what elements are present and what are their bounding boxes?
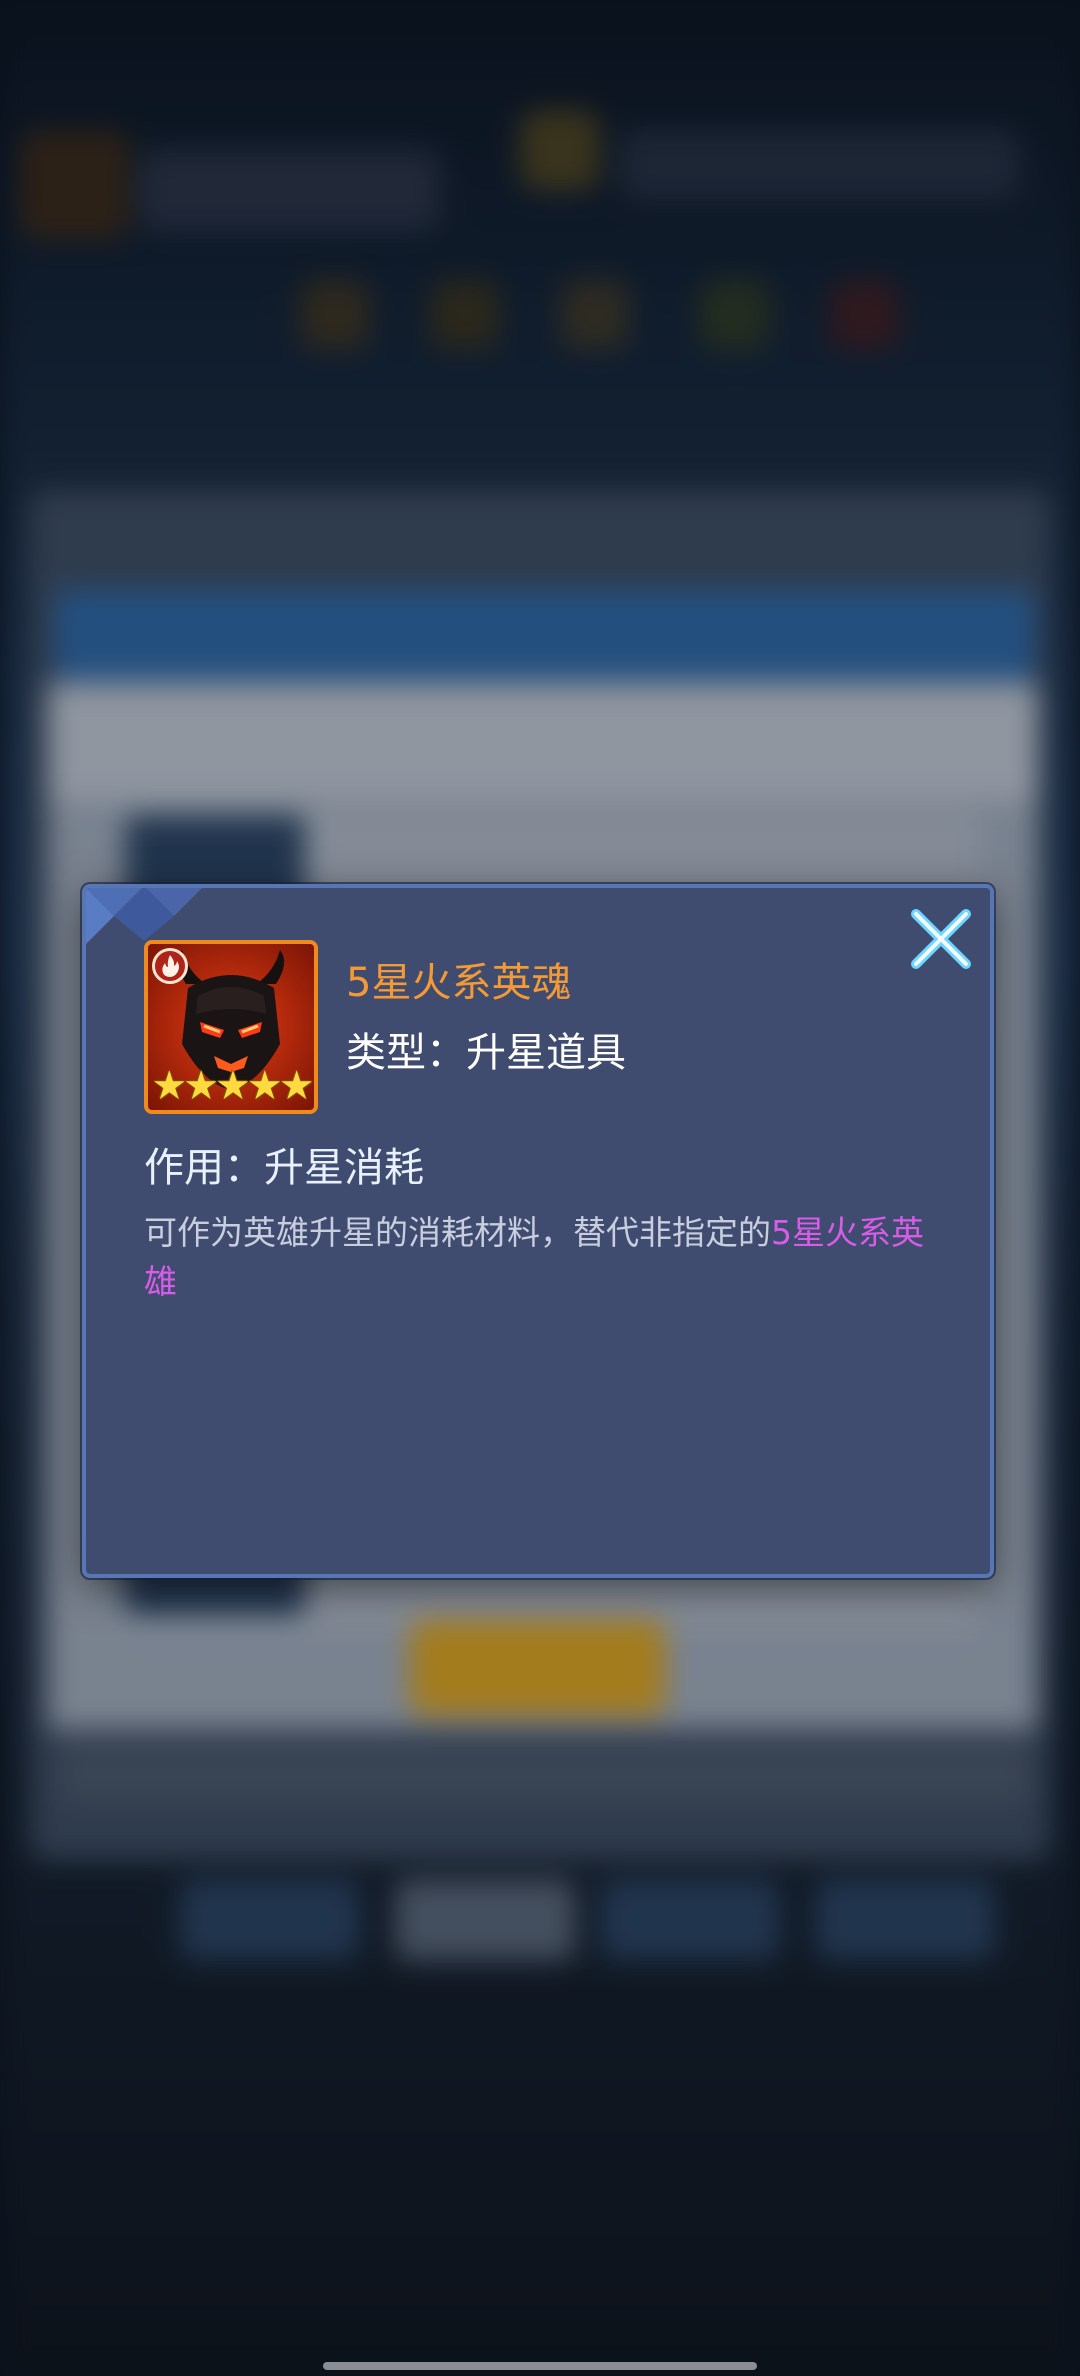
item-description: 可作为英雄升星的消耗材料，替代非指定的5星火系英雄 [144,1208,954,1306]
item-name: 5星火系英魂 [346,960,572,1006]
star-rating: ★★★★★ [151,1063,314,1109]
item-type-label: 类型： [346,1030,466,1076]
item-effect-value: 升星消耗 [264,1145,424,1191]
item-effect: 作用：升星消耗 [144,1135,424,1193]
close-button[interactable] [906,904,976,974]
item-icon: ★★★★★ [144,940,318,1114]
item-effect-label: 作用： [144,1145,264,1191]
item-type-value: 升星道具 [466,1030,626,1076]
home-indicator[interactable] [323,2362,757,2370]
fire-element-icon [152,948,188,984]
close-icon [911,909,971,969]
description-text: 可作为英雄升星的消耗材料，替代非指定的 [144,1213,771,1252]
item-type: 类型：升星道具 [346,1020,626,1078]
